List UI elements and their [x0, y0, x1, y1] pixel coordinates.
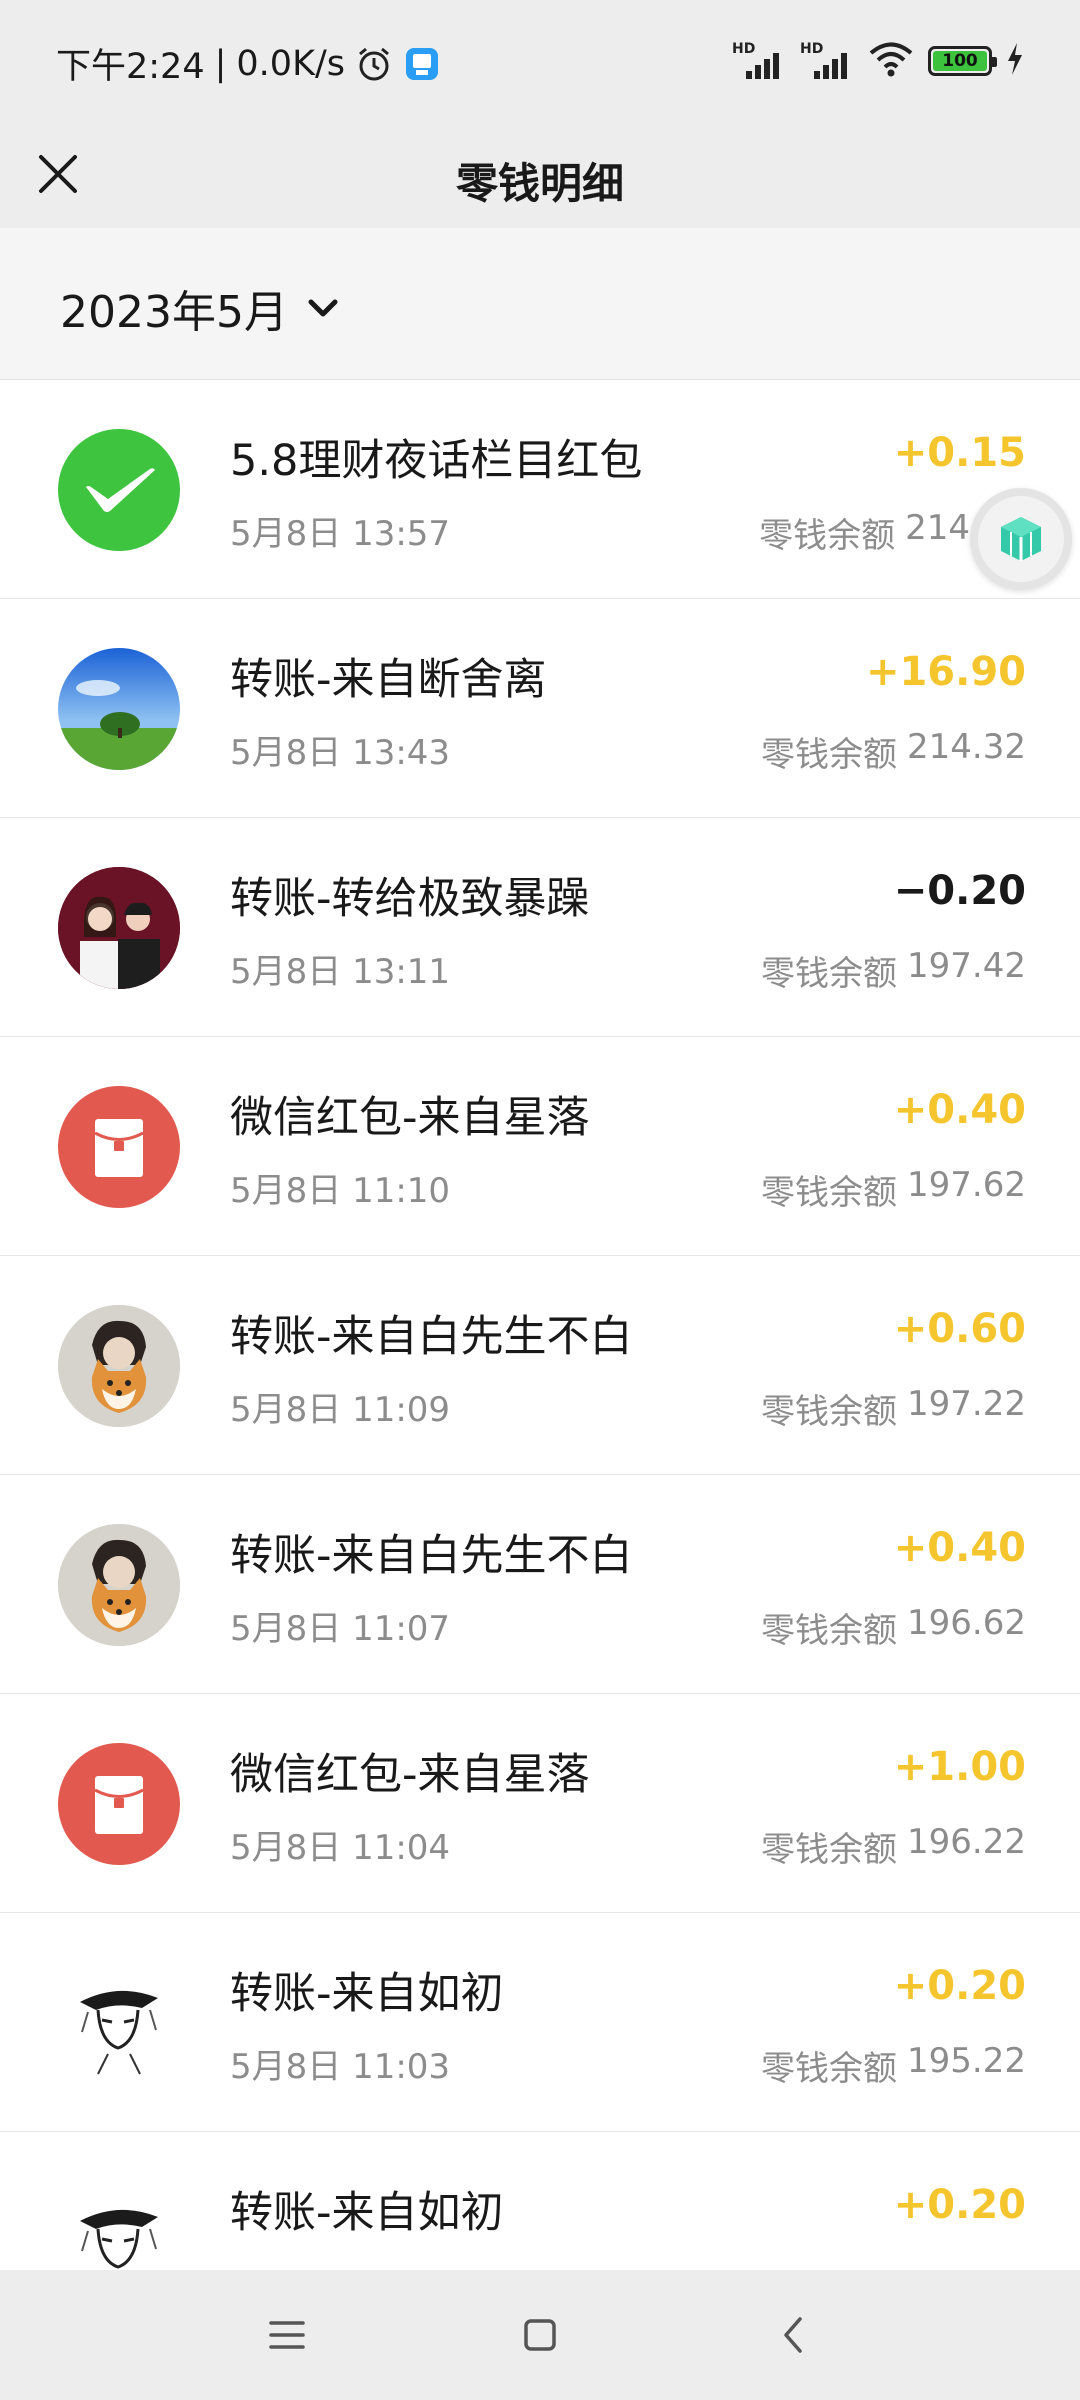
transaction-title: 转账-来自如初 [230, 1969, 504, 2019]
wechat-pay-icon [58, 429, 180, 551]
transaction-time: 5月8日 11:07 [230, 1609, 451, 1649]
sketch-avatar [58, 2181, 180, 2270]
transaction-time: 5月8日 11:09 [230, 1390, 451, 1430]
balance-label: 零钱余额 [761, 1830, 898, 1870]
menu-button[interactable] [247, 2295, 327, 2375]
transaction-balance: 零钱余额 214 [759, 508, 970, 557]
transaction-row[interactable]: 转账-转给极致暴躁 5月8日 13:11 −0.20 零钱余额 197.42 [0, 818, 1080, 1037]
transaction-amount: −0.20 [893, 868, 1026, 914]
balance-label: 零钱余额 [761, 1392, 898, 1432]
transaction-amount: +0.15 [893, 430, 1026, 476]
transaction-time: 5月8日 13:43 [230, 733, 451, 773]
home-icon [524, 2319, 556, 2351]
red-packet-icon [58, 1743, 180, 1865]
transaction-time: 5月8日 13:11 [230, 952, 451, 992]
month-filter-bar: 2023年5月 [0, 228, 1080, 380]
transaction-time: 5月8日 11:04 [230, 1828, 451, 1868]
balance-value: 196.62 [907, 1603, 1026, 1643]
page-title: 零钱明细 [455, 159, 624, 208]
transaction-balance: 零钱余额 196.62 [761, 1603, 1026, 1652]
balance-value: 197.22 [907, 1384, 1026, 1424]
system-navigation-bar [0, 2270, 1080, 2400]
wifi-icon [868, 40, 914, 82]
transaction-title: 转账-来自白先生不白 [230, 1531, 633, 1581]
signal-icon: HD [800, 41, 854, 81]
balance-value: 214 [905, 508, 970, 548]
transaction-balance: 零钱余额 214.32 [761, 727, 1026, 776]
sketch-avatar [58, 1962, 180, 2084]
transaction-row[interactable]: 转账-来自如初 +0.20 零钱余额 [0, 2132, 1080, 2270]
balance-label: 零钱余额 [761, 2049, 898, 2089]
transaction-title: 5.8理财夜话栏目红包 [230, 436, 643, 486]
transaction-row[interactable]: 微信红包-来自星落 5月8日 11:04 +1.00 零钱余额 196.22 [0, 1694, 1080, 1913]
transaction-time: 5月8日 11:03 [230, 2047, 451, 2087]
transaction-title: 微信红包-来自星落 [230, 1093, 590, 1143]
balance-label: 零钱余额 [761, 1173, 898, 1213]
transaction-time: 5月8日 11:10 [230, 1171, 451, 1211]
status-time: 下午2:24 [56, 47, 205, 87]
status-left: 下午2:24 | 0.0K/s [56, 38, 441, 89]
transaction-balance: 零钱余额 197.22 [761, 1384, 1026, 1433]
home-button[interactable] [500, 2295, 580, 2375]
transaction-amount: +0.40 [893, 1087, 1026, 1133]
charging-icon [1006, 42, 1024, 80]
landscape-avatar [58, 648, 180, 770]
floating-button[interactable] [970, 488, 1072, 590]
menu-icon [268, 2321, 305, 2349]
balance-value: 197.42 [907, 946, 1026, 986]
transaction-row[interactable]: 5.8理财夜话栏目红包 5月8日 13:57 +0.15 零钱余额 214 [0, 380, 1080, 599]
cube-icon [1001, 517, 1041, 561]
balance-value: 197.62 [907, 1165, 1026, 1205]
balance-value: 196.22 [907, 1822, 1026, 1862]
dog-avatar [58, 1305, 180, 1427]
transaction-title: 转账-转给极致暴躁 [230, 874, 590, 924]
balance-value: 195.22 [907, 2041, 1026, 2081]
transaction-balance: 零钱余额 197.42 [761, 946, 1026, 995]
transaction-amount: +0.60 [893, 1306, 1026, 1352]
transaction-row[interactable]: 转账-来自白先生不白 5月8日 11:07 +0.40 零钱余额 196.62 [0, 1475, 1080, 1694]
dog-avatar [58, 1524, 180, 1646]
balance-value: 214.32 [907, 727, 1026, 767]
transaction-title: 微信红包-来自星落 [230, 1750, 590, 1800]
transaction-title: 转账-来自白先生不白 [230, 1312, 633, 1362]
transaction-balance: 零钱余额 195.22 [761, 2041, 1026, 2090]
month-label: 2023年5月 [60, 287, 288, 338]
transaction-row[interactable]: 转账-来自断舍离 5月8日 13:43 +16.90 零钱余额 214.32 [0, 599, 1080, 818]
month-picker[interactable]: 2023年5月 [60, 276, 340, 340]
transaction-time: 5月8日 13:57 [230, 514, 451, 554]
app-notification-icon [403, 45, 441, 83]
status-divider: | [214, 43, 227, 84]
transaction-row[interactable]: 微信红包-来自星落 5月8日 11:10 +0.40 零钱余额 197.62 [0, 1037, 1080, 1256]
battery-icon: 100 [928, 46, 997, 76]
alarm-icon [355, 45, 393, 83]
balance-label: 零钱余额 [761, 1611, 898, 1651]
chevron-down-icon [308, 299, 338, 317]
transaction-amount: +0.40 [893, 1525, 1026, 1571]
transaction-balance: 零钱余额 197.62 [761, 1165, 1026, 1214]
transaction-amount: +0.20 [893, 2182, 1026, 2228]
network-speed: 0.0K/s [236, 43, 346, 84]
red-packet-icon [58, 1086, 180, 1208]
signal-icon: HD [732, 41, 786, 81]
transaction-title: 转账-来自断舍离 [230, 655, 547, 705]
transaction-balance: 零钱余额 [880, 2260, 1026, 2270]
couple-avatar [58, 867, 180, 989]
transaction-row[interactable]: 转账-来自如初 5月8日 11:03 +0.20 零钱余额 195.22 [0, 1913, 1080, 2132]
transaction-balance: 零钱余额 196.22 [761, 1822, 1026, 1871]
status-bar: 下午2:24 | 0.0K/s HD HD 100 [0, 0, 1080, 120]
nav-bar: 零钱明细 [0, 120, 1080, 228]
balance-label: 零钱余额 [761, 735, 898, 775]
balance-label: 零钱余额 [880, 2260, 1016, 2270]
transaction-list[interactable]: 5.8理财夜话栏目红包 5月8日 13:57 +0.15 零钱余额 214 转账… [0, 380, 1080, 2270]
balance-label: 零钱余额 [761, 954, 898, 994]
transaction-amount: +1.00 [893, 1744, 1026, 1790]
back-button[interactable] [753, 2295, 833, 2375]
transaction-title: 转账-来自如初 [230, 2188, 504, 2238]
transaction-row[interactable]: 转账-来自白先生不白 5月8日 11:09 +0.60 零钱余额 197.22 [0, 1256, 1080, 1475]
balance-label: 零钱余额 [759, 516, 896, 556]
back-icon [784, 2317, 803, 2353]
transaction-amount: +16.90 [865, 649, 1026, 695]
status-right: HD HD 100 [732, 40, 1024, 82]
transaction-amount: +0.20 [893, 1963, 1026, 2009]
